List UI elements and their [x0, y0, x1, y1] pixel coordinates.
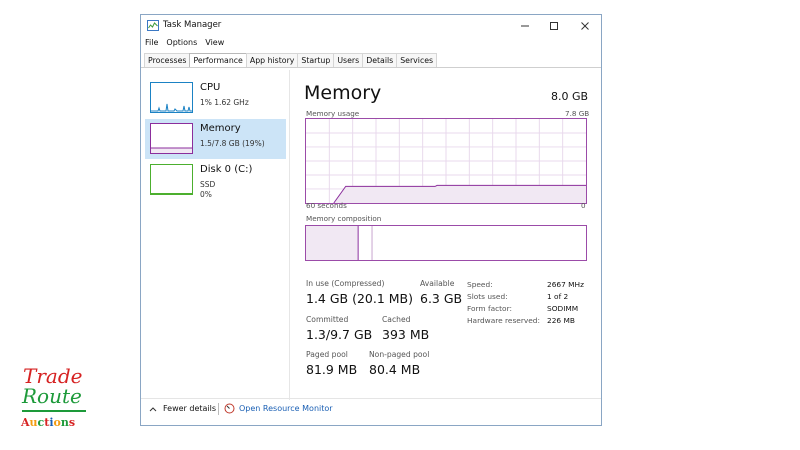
task-manager-app-icon: [147, 20, 159, 31]
resource-list: CPU 1% 1.62 GHz Memory 1.5/7.8 GB (19%) …: [141, 68, 291, 398]
in-use-label: In use (Compressed): [306, 279, 385, 288]
graph-time-end: 0: [581, 201, 586, 210]
memory-label: Memory: [200, 123, 241, 134]
paged-pool-label: Paged pool: [306, 350, 348, 359]
disk-type: SSD: [200, 180, 216, 189]
paged-pool-value: 81.9 MB: [306, 362, 358, 377]
logo-word-auctions: Auctions: [21, 416, 76, 429]
minimize-button[interactable]: [511, 18, 539, 34]
committed-value: 1.3/9.7 GB: [306, 327, 373, 342]
trade-route-auctions-logo: Trade Route Auctions: [20, 364, 100, 434]
maximize-button[interactable]: [540, 18, 568, 34]
cpu-detail: 1% 1.62 GHz: [200, 98, 249, 107]
tab-startup[interactable]: Startup: [297, 53, 335, 67]
chevron-up-icon: [149, 406, 157, 411]
memory-usage-label: Memory usage: [306, 109, 360, 118]
memory-usage-max: 7.8 GB: [565, 109, 590, 118]
resource-item-memory[interactable]: Memory 1.5/7.8 GB (19%): [145, 119, 286, 159]
resource-item-cpu[interactable]: CPU 1% 1.62 GHz: [145, 78, 286, 118]
screenshot-stage: Task Manager File Options View Processes…: [0, 0, 800, 450]
title-bar[interactable]: Task Manager: [141, 15, 601, 37]
memory-thumbnail-graph: [150, 123, 193, 154]
tab-app-history[interactable]: App history: [245, 53, 299, 67]
tab-processes[interactable]: Processes: [144, 53, 191, 67]
non-paged-pool-value: 80.4 MB: [369, 362, 421, 377]
cached-label: Cached: [382, 315, 411, 324]
logo-word-route: Route: [22, 384, 82, 408]
pane-divider: [289, 70, 290, 400]
memory-composition-bar: [305, 225, 587, 261]
logo-underline: [22, 410, 86, 412]
close-button[interactable]: [571, 18, 599, 34]
menu-options[interactable]: Options: [166, 38, 197, 51]
footer-separator: [218, 403, 219, 415]
non-paged-pool-label: Non-paged pool: [369, 350, 430, 359]
resource-monitor-icon: [224, 403, 235, 414]
available-label: Available: [420, 279, 455, 288]
slots-used-value: 1 of 2: [547, 292, 569, 301]
menu-bar: File Options View: [145, 38, 224, 51]
memory-total: 8.0 GB: [551, 90, 589, 103]
tab-strip: Processes Performance App history Startu…: [144, 53, 438, 67]
hardware-reserved-value: 226 MB: [547, 316, 575, 325]
disk-usage: 0%: [200, 190, 212, 199]
slots-used-label: Slots used:: [467, 292, 508, 301]
form-factor-value: SODIMM: [547, 304, 579, 313]
available-value: 6.3 GB: [420, 291, 463, 306]
menu-view[interactable]: View: [205, 38, 224, 51]
open-resource-monitor-link[interactable]: Open Resource Monitor: [224, 403, 333, 414]
window-title: Task Manager: [163, 20, 222, 30]
speed-label: Speed:: [467, 280, 493, 289]
resource-item-disk[interactable]: Disk 0 (C:) SSD 0%: [145, 160, 286, 200]
tab-services[interactable]: Services: [396, 53, 438, 67]
memory-detail: 1.5/7.8 GB (19%): [200, 139, 265, 148]
in-use-value: 1.4 GB (20.1 MB): [306, 291, 414, 306]
hardware-reserved-label: Hardware reserved:: [467, 316, 540, 325]
minimize-icon: [521, 25, 529, 27]
menu-file[interactable]: File: [145, 38, 158, 51]
memory-composition-label: Memory composition: [306, 214, 382, 223]
disk-thumbnail-graph: [150, 164, 193, 195]
form-factor-label: Form factor:: [467, 304, 512, 313]
fewer-details-label: Fewer details: [163, 404, 217, 413]
cached-value: 393 MB: [382, 327, 430, 342]
graph-time-label: 60 seconds: [306, 201, 347, 210]
close-icon: [581, 22, 589, 30]
tab-users[interactable]: Users: [333, 53, 364, 67]
cpu-thumbnail-graph: [150, 82, 193, 113]
tab-details[interactable]: Details: [362, 53, 398, 67]
open-resource-monitor-label: Open Resource Monitor: [239, 404, 333, 413]
fewer-details-button[interactable]: Fewer details: [149, 404, 216, 413]
maximize-icon: [550, 22, 558, 30]
committed-label: Committed: [306, 315, 349, 324]
memory-usage-graph: [305, 118, 587, 204]
speed-value: 2667 MHz: [547, 280, 584, 289]
disk-label: Disk 0 (C:): [200, 164, 253, 175]
footer-divider: [141, 398, 601, 399]
tab-performance[interactable]: Performance: [189, 53, 247, 67]
task-manager-window: Task Manager File Options View Processes…: [140, 14, 602, 426]
cpu-label: CPU: [200, 82, 221, 93]
memory-heading: Memory: [304, 82, 382, 104]
